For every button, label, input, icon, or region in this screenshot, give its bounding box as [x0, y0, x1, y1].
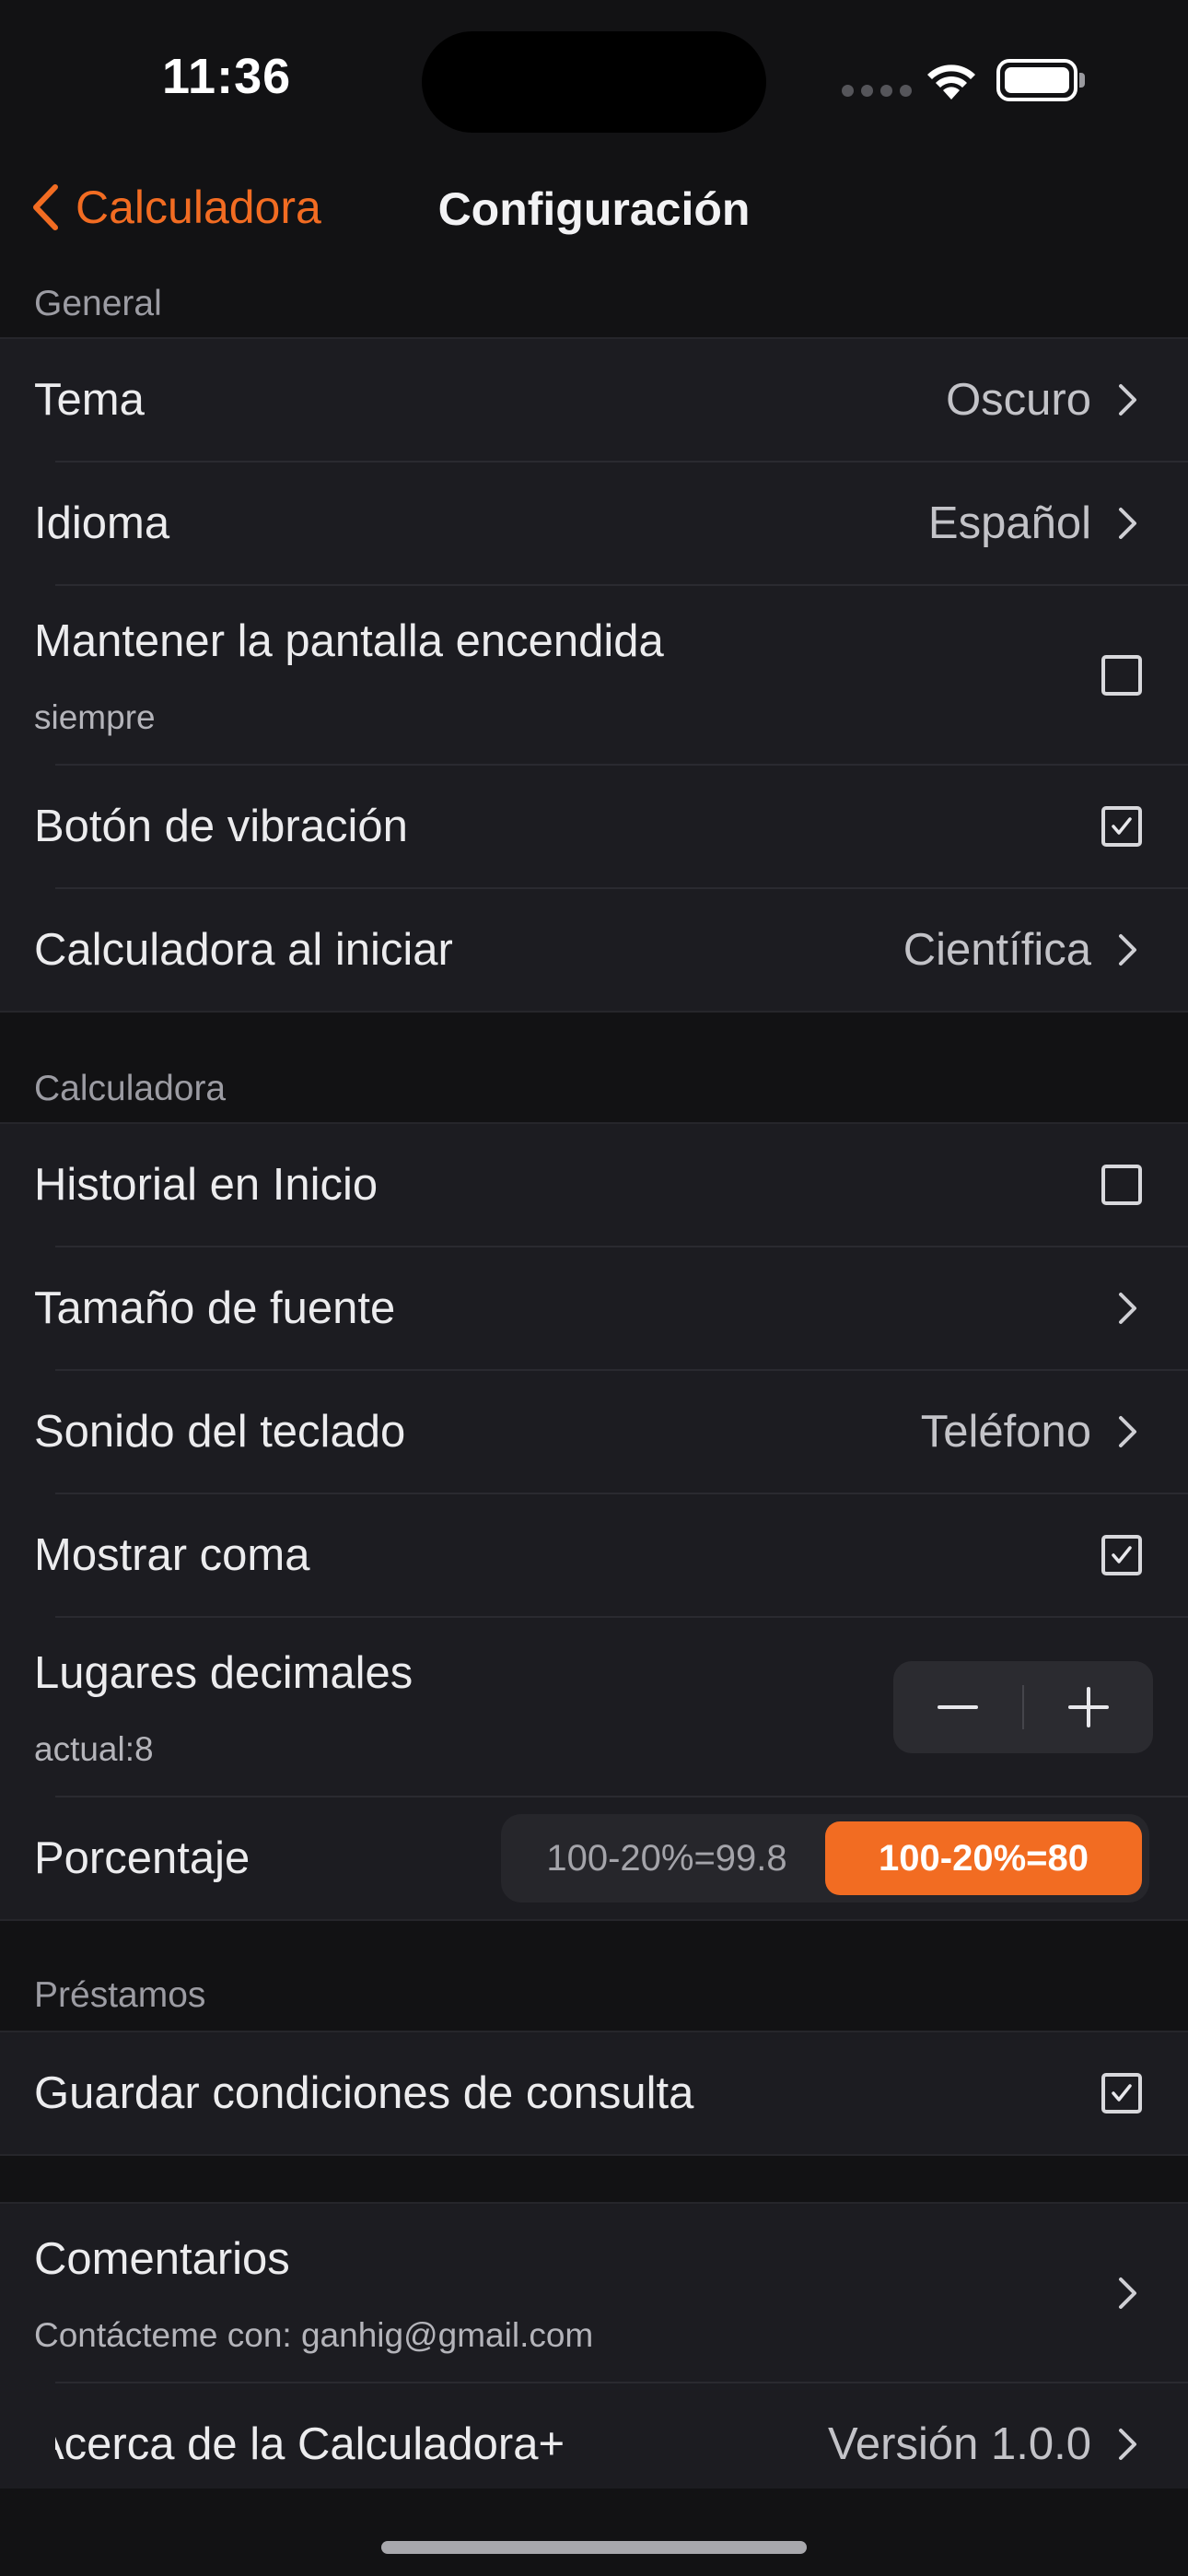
save-conditions-checkbox[interactable]	[1101, 2073, 1142, 2113]
row-value: Versión 1.0.0	[827, 2419, 1091, 2469]
row-label: Porcentaje	[34, 1833, 250, 1883]
row-idioma[interactable]: Idioma Español	[34, 463, 1188, 586]
row-label: Tamaño de fuente	[34, 1283, 396, 1333]
percentage-option-a[interactable]: 100-20%=99.8	[508, 1821, 825, 1895]
row-label: Sonido del teclado	[34, 1407, 406, 1457]
section-header-calculadora: Calculadora	[34, 1069, 227, 1108]
row-calculadora-inicio[interactable]: Calculadora al iniciar Científica	[34, 889, 1188, 1011]
vibration-checkbox[interactable]	[1101, 806, 1142, 847]
row-label: Acerca de la Calculadora+	[55, 2419, 565, 2469]
decimal-stepper	[893, 1660, 1153, 1753]
checkmark-icon	[1112, 817, 1132, 835]
wifi-icon	[927, 64, 975, 100]
chevron-right-icon	[1119, 1416, 1136, 1447]
decrement-button[interactable]	[893, 1661, 1022, 1753]
section-header-prestamos: Préstamos	[34, 1975, 206, 2015]
percentage-segmented-control: 100-20%=99.8 100-20%=80	[501, 1814, 1149, 1903]
row-porcentaje: Porcentaje 100-20%=99.8 100-20%=80	[34, 1797, 1188, 1919]
show-comma-checkbox[interactable]	[1101, 1535, 1142, 1575]
chevron-right-icon	[1119, 2429, 1136, 2460]
row-tema[interactable]: Tema Oscuro	[34, 339, 1188, 463]
status-time: 11:36	[162, 49, 292, 104]
row-value: Oscuro	[946, 375, 1091, 425]
group-general: Tema Oscuro Idioma Español Mantener la p…	[0, 337, 1188, 1013]
group-calculadora: Historial en Inicio Tamaño de fuente Son…	[0, 1122, 1188, 1921]
battery-nub	[1079, 73, 1085, 88]
row-subtitle: Contácteme con: ganhig@gmail.com	[34, 2316, 594, 2354]
row-pantalla: Mantener la pantalla encendida siempre	[34, 586, 1188, 766]
checkmark-icon	[1112, 2084, 1132, 2102]
row-guardar: Guardar condiciones de consulta	[34, 2032, 1188, 2154]
row-label: Idioma	[34, 498, 170, 548]
row-historial: Historial en Inicio	[34, 1124, 1188, 1247]
row-label: Mantener la pantalla encendida	[34, 616, 664, 666]
row-label: Lugares decimales	[34, 1648, 413, 1698]
home-indicator	[381, 2541, 807, 2554]
row-comentarios[interactable]: Comentarios Contácteme con: ganhig@gmail…	[34, 2204, 1188, 2383]
row-label: Botón de vibración	[34, 802, 408, 851]
page-title: Configuración	[437, 183, 751, 235]
history-checkbox[interactable]	[1101, 1165, 1142, 1205]
keep-screen-on-checkbox[interactable]	[1101, 654, 1142, 696]
row-label: Guardar condiciones de consulta	[34, 2068, 694, 2118]
status-bar: 11:36	[0, 0, 1188, 157]
cellular-signal-icon	[842, 85, 912, 97]
row-label: Historial en Inicio	[34, 1160, 379, 1210]
row-label: Calculadora al iniciar	[34, 925, 453, 975]
group-otros: Comentarios Contácteme con: ganhig@gmail…	[0, 2202, 1188, 2488]
row-coma: Mostrar coma	[34, 1494, 1188, 1618]
checkmark-icon	[1112, 1546, 1132, 1563]
row-value: Teléfono	[920, 1407, 1091, 1457]
row-acerca[interactable]: Acerca de la Calculadora+ Versión 1.0.0	[55, 2383, 1188, 2488]
row-fuente[interactable]: Tamaño de fuente	[34, 1247, 1188, 1371]
chevron-right-icon	[1119, 934, 1136, 966]
row-vibracion: Botón de vibración	[34, 766, 1188, 889]
chevron-right-icon	[1119, 384, 1136, 416]
row-value: Español	[927, 498, 1091, 548]
dynamic-island	[422, 31, 766, 133]
chevron-right-icon	[1119, 508, 1136, 539]
row-decimales: Lugares decimales actual:8	[34, 1618, 1188, 1797]
increment-button[interactable]	[1024, 1661, 1153, 1753]
battery-icon	[996, 59, 1077, 101]
row-label: Tema	[34, 375, 145, 425]
row-sonido[interactable]: Sonido del teclado Teléfono	[34, 1371, 1188, 1494]
row-subtitle: actual:8	[34, 1730, 154, 1768]
row-label: Comentarios	[34, 2234, 290, 2284]
percentage-option-b[interactable]: 100-20%=80	[825, 1821, 1142, 1895]
group-prestamos: Guardar condiciones de consulta	[0, 2031, 1188, 2156]
row-label: Mostrar coma	[34, 1530, 310, 1580]
row-value: Científica	[903, 925, 1091, 975]
chevron-right-icon	[1119, 2277, 1136, 2309]
row-subtitle: siempre	[34, 698, 156, 736]
navigation-bar: Calculadora Configuración	[0, 166, 1188, 254]
chevron-right-icon	[1119, 1293, 1136, 1324]
section-header-general: General	[34, 284, 162, 323]
